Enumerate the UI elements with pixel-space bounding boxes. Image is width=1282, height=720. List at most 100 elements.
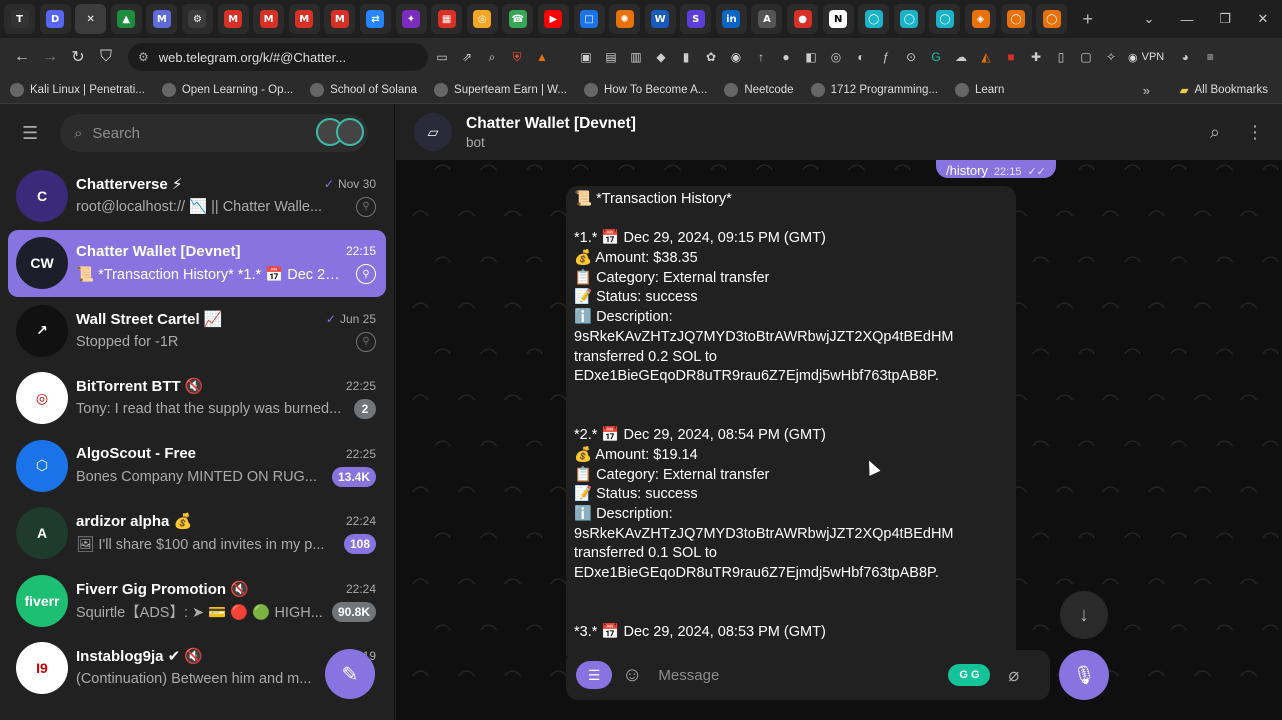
browser-tab[interactable]: □ <box>573 4 605 34</box>
browser-tab[interactable]: ◯ <box>858 4 890 34</box>
browser-tab[interactable]: ✺ <box>609 4 641 34</box>
brave-rewards-icon[interactable]: ▲ <box>531 46 553 68</box>
bookmark-item[interactable]: Kali Linux | Penetrati... <box>10 82 145 97</box>
close-window-icon[interactable]: ✕ <box>1244 11 1282 27</box>
extension-icon[interactable]: ◐ <box>850 46 872 68</box>
browser-tab[interactable]: T <box>4 4 35 34</box>
grammarly-icon[interactable]: G <box>925 46 947 68</box>
browser-tab[interactable]: ◯ <box>893 4 925 34</box>
browser-tab[interactable]: ☎ <box>502 4 534 34</box>
chat-list-item[interactable]: ⬡ AlgoScout - Free 22:25 Bones Company MINT… <box>8 432 386 500</box>
outgoing-message[interactable]: /history 22:15 ✓✓ <box>936 160 1056 178</box>
stories-avatars[interactable] <box>316 118 364 146</box>
hamburger-menu-icon[interactable]: ☰ <box>22 123 44 144</box>
browser-tab[interactable]: ◈ <box>965 4 997 34</box>
back-icon[interactable]: ← <box>8 43 36 71</box>
browser-tab[interactable]: in <box>715 4 747 34</box>
reload-icon[interactable]: ↻ <box>64 43 92 71</box>
brave-shield-icon[interactable]: ⛨ <box>506 46 528 68</box>
sidebar-toggle-icon[interactable]: ▯ <box>1050 46 1072 68</box>
browser-tab[interactable]: ◯ <box>1000 4 1032 34</box>
browser-tab[interactable]: M <box>217 4 249 34</box>
chat-list-item[interactable]: C Chatterverse ⚡ ✓ Nov 30 root@localhost:// … <box>8 162 386 230</box>
browser-tab[interactable]: ◯ <box>1036 4 1068 34</box>
extension-icon[interactable]: ■ <box>1000 46 1022 68</box>
extension-icon[interactable]: ◧ <box>800 46 822 68</box>
bookmark-item[interactable]: Neetcode <box>724 82 794 97</box>
bookmark-item[interactable]: Learn <box>954 82 1004 97</box>
cast-icon[interactable]: ▭ <box>431 46 453 68</box>
bookmarks-overflow-icon[interactable]: » <box>1143 76 1150 104</box>
address-bar[interactable]: ⚙ web.telegram.org/k/#@Chatter... <box>128 43 428 71</box>
browser-tab[interactable]: ✕ <box>75 4 107 34</box>
extensions-puzzle-icon[interactable]: ✚ <box>1025 46 1047 68</box>
forward-icon[interactable]: → <box>36 43 64 71</box>
extension-icon[interactable]: ● <box>775 46 797 68</box>
browser-tab[interactable]: ● <box>787 4 819 34</box>
chat-header[interactable]: ▱ Chatter Wallet [Devnet] bot ⌕ ⋮ <box>396 104 1282 160</box>
bookmark-item[interactable]: Superteam Earn | W... <box>434 82 567 97</box>
chat-list-item[interactable]: ↗ Wall Street Cartel 📈 ✓ Jun 25 Stopped for … <box>8 297 386 365</box>
browser-tab[interactable]: ✦ <box>395 4 427 34</box>
search-input[interactable]: ⌕ Search <box>60 114 368 152</box>
site-info-icon[interactable]: ⚙ <box>138 50 149 64</box>
browser-tab[interactable]: W <box>644 4 676 34</box>
chat-list-item[interactable]: Aardizor alpha 💰 22:24 🖼 I'll share $100 a… <box>8 500 386 568</box>
browser-tab[interactable]: M <box>324 4 356 34</box>
chat-avatar[interactable]: ▱ <box>414 113 452 151</box>
menu-icon[interactable]: ≡ <box>1199 46 1221 68</box>
browser-tab[interactable]: ⇄ <box>359 4 391 34</box>
attach-icon[interactable]: ⌀ <box>1008 665 1019 686</box>
extension-icon[interactable]: ƒ <box>875 46 897 68</box>
extension-icon[interactable]: ▮ <box>675 46 697 68</box>
browser-tab[interactable]: M <box>288 4 320 34</box>
vpn-button[interactable]: ◉ VPN <box>1128 51 1164 64</box>
tab-search-icon[interactable]: ⌄ <box>1130 11 1168 27</box>
zoom-icon[interactable]: ⌕ <box>481 46 503 68</box>
browser-tab[interactable]: D <box>39 4 71 34</box>
extension-icon[interactable]: ◎ <box>825 46 847 68</box>
browser-tab[interactable]: ◎ <box>466 4 498 34</box>
browser-tab[interactable]: ▶ <box>537 4 569 34</box>
grammarly-icon[interactable]: G G <box>948 664 991 686</box>
wallet-icon[interactable]: ▢ <box>1075 46 1097 68</box>
share-icon[interactable]: ⇗ <box>456 46 478 68</box>
browser-tab[interactable]: ⚙ <box>181 4 213 34</box>
metamask-icon[interactable]: ◭ <box>975 46 997 68</box>
new-tab-button[interactable]: + <box>1074 5 1102 33</box>
extension-icon[interactable]: ◆ <box>650 46 672 68</box>
extension-icon[interactable]: ↑ <box>750 46 772 68</box>
voice-record-button[interactable]: 🎙 <box>1059 650 1109 700</box>
search-icon[interactable]: ⌕ <box>1210 122 1220 143</box>
bookmark-item[interactable]: Open Learning - Op... <box>161 82 293 97</box>
extension-icon[interactable]: ✿ <box>700 46 722 68</box>
scroll-down-button[interactable]: ↓ <box>1060 591 1108 639</box>
more-options-icon[interactable]: ⋮ <box>1246 122 1264 143</box>
browser-tab[interactable]: M <box>146 4 178 34</box>
bookmark-item[interactable]: How To Become A... <box>583 82 707 97</box>
chat-list-item[interactable]: fiverr Fiverr Gig Promotion 🔇 22:24 Squirtl… <box>8 567 386 635</box>
chat-list-item[interactable]: ◎ BitTorrent BTT 🔇 22:25 Tony: I read that … <box>8 365 386 433</box>
profile-icon[interactable]: ◕ <box>1174 46 1196 68</box>
chat-list-item[interactable]: CW Chatter Wallet [Devnet] 22:15 📜 *Transac… <box>8 229 386 297</box>
leo-ai-icon[interactable]: ✧ <box>1100 46 1122 68</box>
all-bookmarks-button[interactable]: ▰ All Bookmarks <box>1180 76 1268 104</box>
restore-icon[interactable]: ❐ <box>1206 11 1244 27</box>
extension-icon[interactable]: ☁ <box>950 46 972 68</box>
browser-tab[interactable]: A <box>751 4 783 34</box>
browser-tab[interactable]: ▦ <box>431 4 463 34</box>
extension-icon[interactable]: ▥ <box>625 46 647 68</box>
bookmark-item[interactable]: 1712 Programming... <box>810 82 938 97</box>
browser-tab[interactable]: ◯ <box>929 4 961 34</box>
bookmark-item[interactable]: School of Solana <box>310 82 417 97</box>
minimize-icon[interactable]: — <box>1168 12 1206 27</box>
browser-tab[interactable]: M <box>253 4 285 34</box>
extension-icon[interactable]: ▤ <box>600 46 622 68</box>
browser-tab[interactable]: ▲ <box>110 4 142 34</box>
bot-menu-button[interactable]: ☰ <box>576 661 612 689</box>
extension-icon[interactable]: ◉ <box>725 46 747 68</box>
extension-icon[interactable]: ▣ <box>575 46 597 68</box>
bookmark-icon[interactable]: ⛉ <box>92 43 120 71</box>
emoji-icon[interactable]: ☺ <box>622 664 642 687</box>
message-input[interactable] <box>658 666 939 684</box>
